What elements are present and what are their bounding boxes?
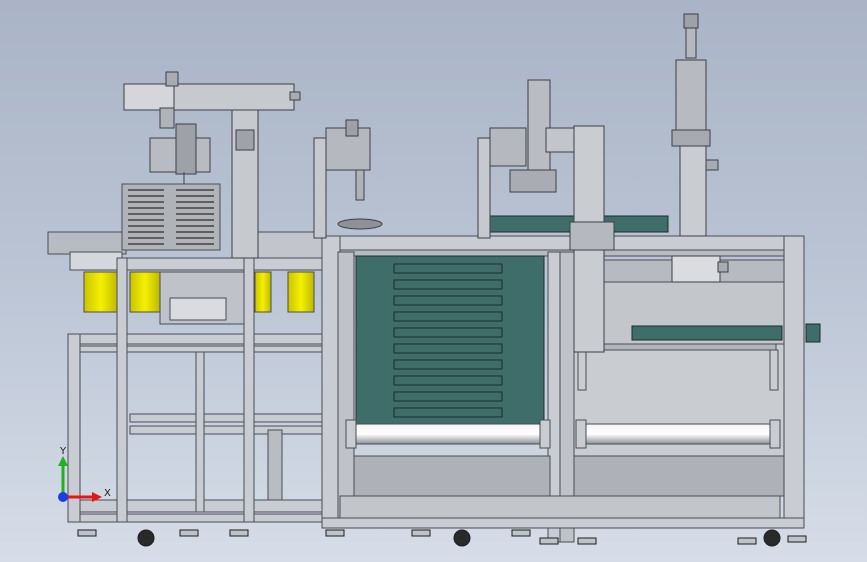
cad-viewport[interactable]: Y X — [0, 0, 867, 562]
casters — [77, 529, 807, 547]
z-axis-dot — [58, 492, 68, 502]
y-axis-label: Y — [59, 446, 67, 457]
left-frame — [47, 183, 331, 523]
x-axis-label: X — [104, 488, 111, 499]
right-tower — [671, 13, 719, 237]
machine-assembly-drawing: Y X — [47, 13, 821, 547]
axis-triad: Y X — [58, 446, 111, 502]
drawer-stack — [355, 255, 545, 427]
